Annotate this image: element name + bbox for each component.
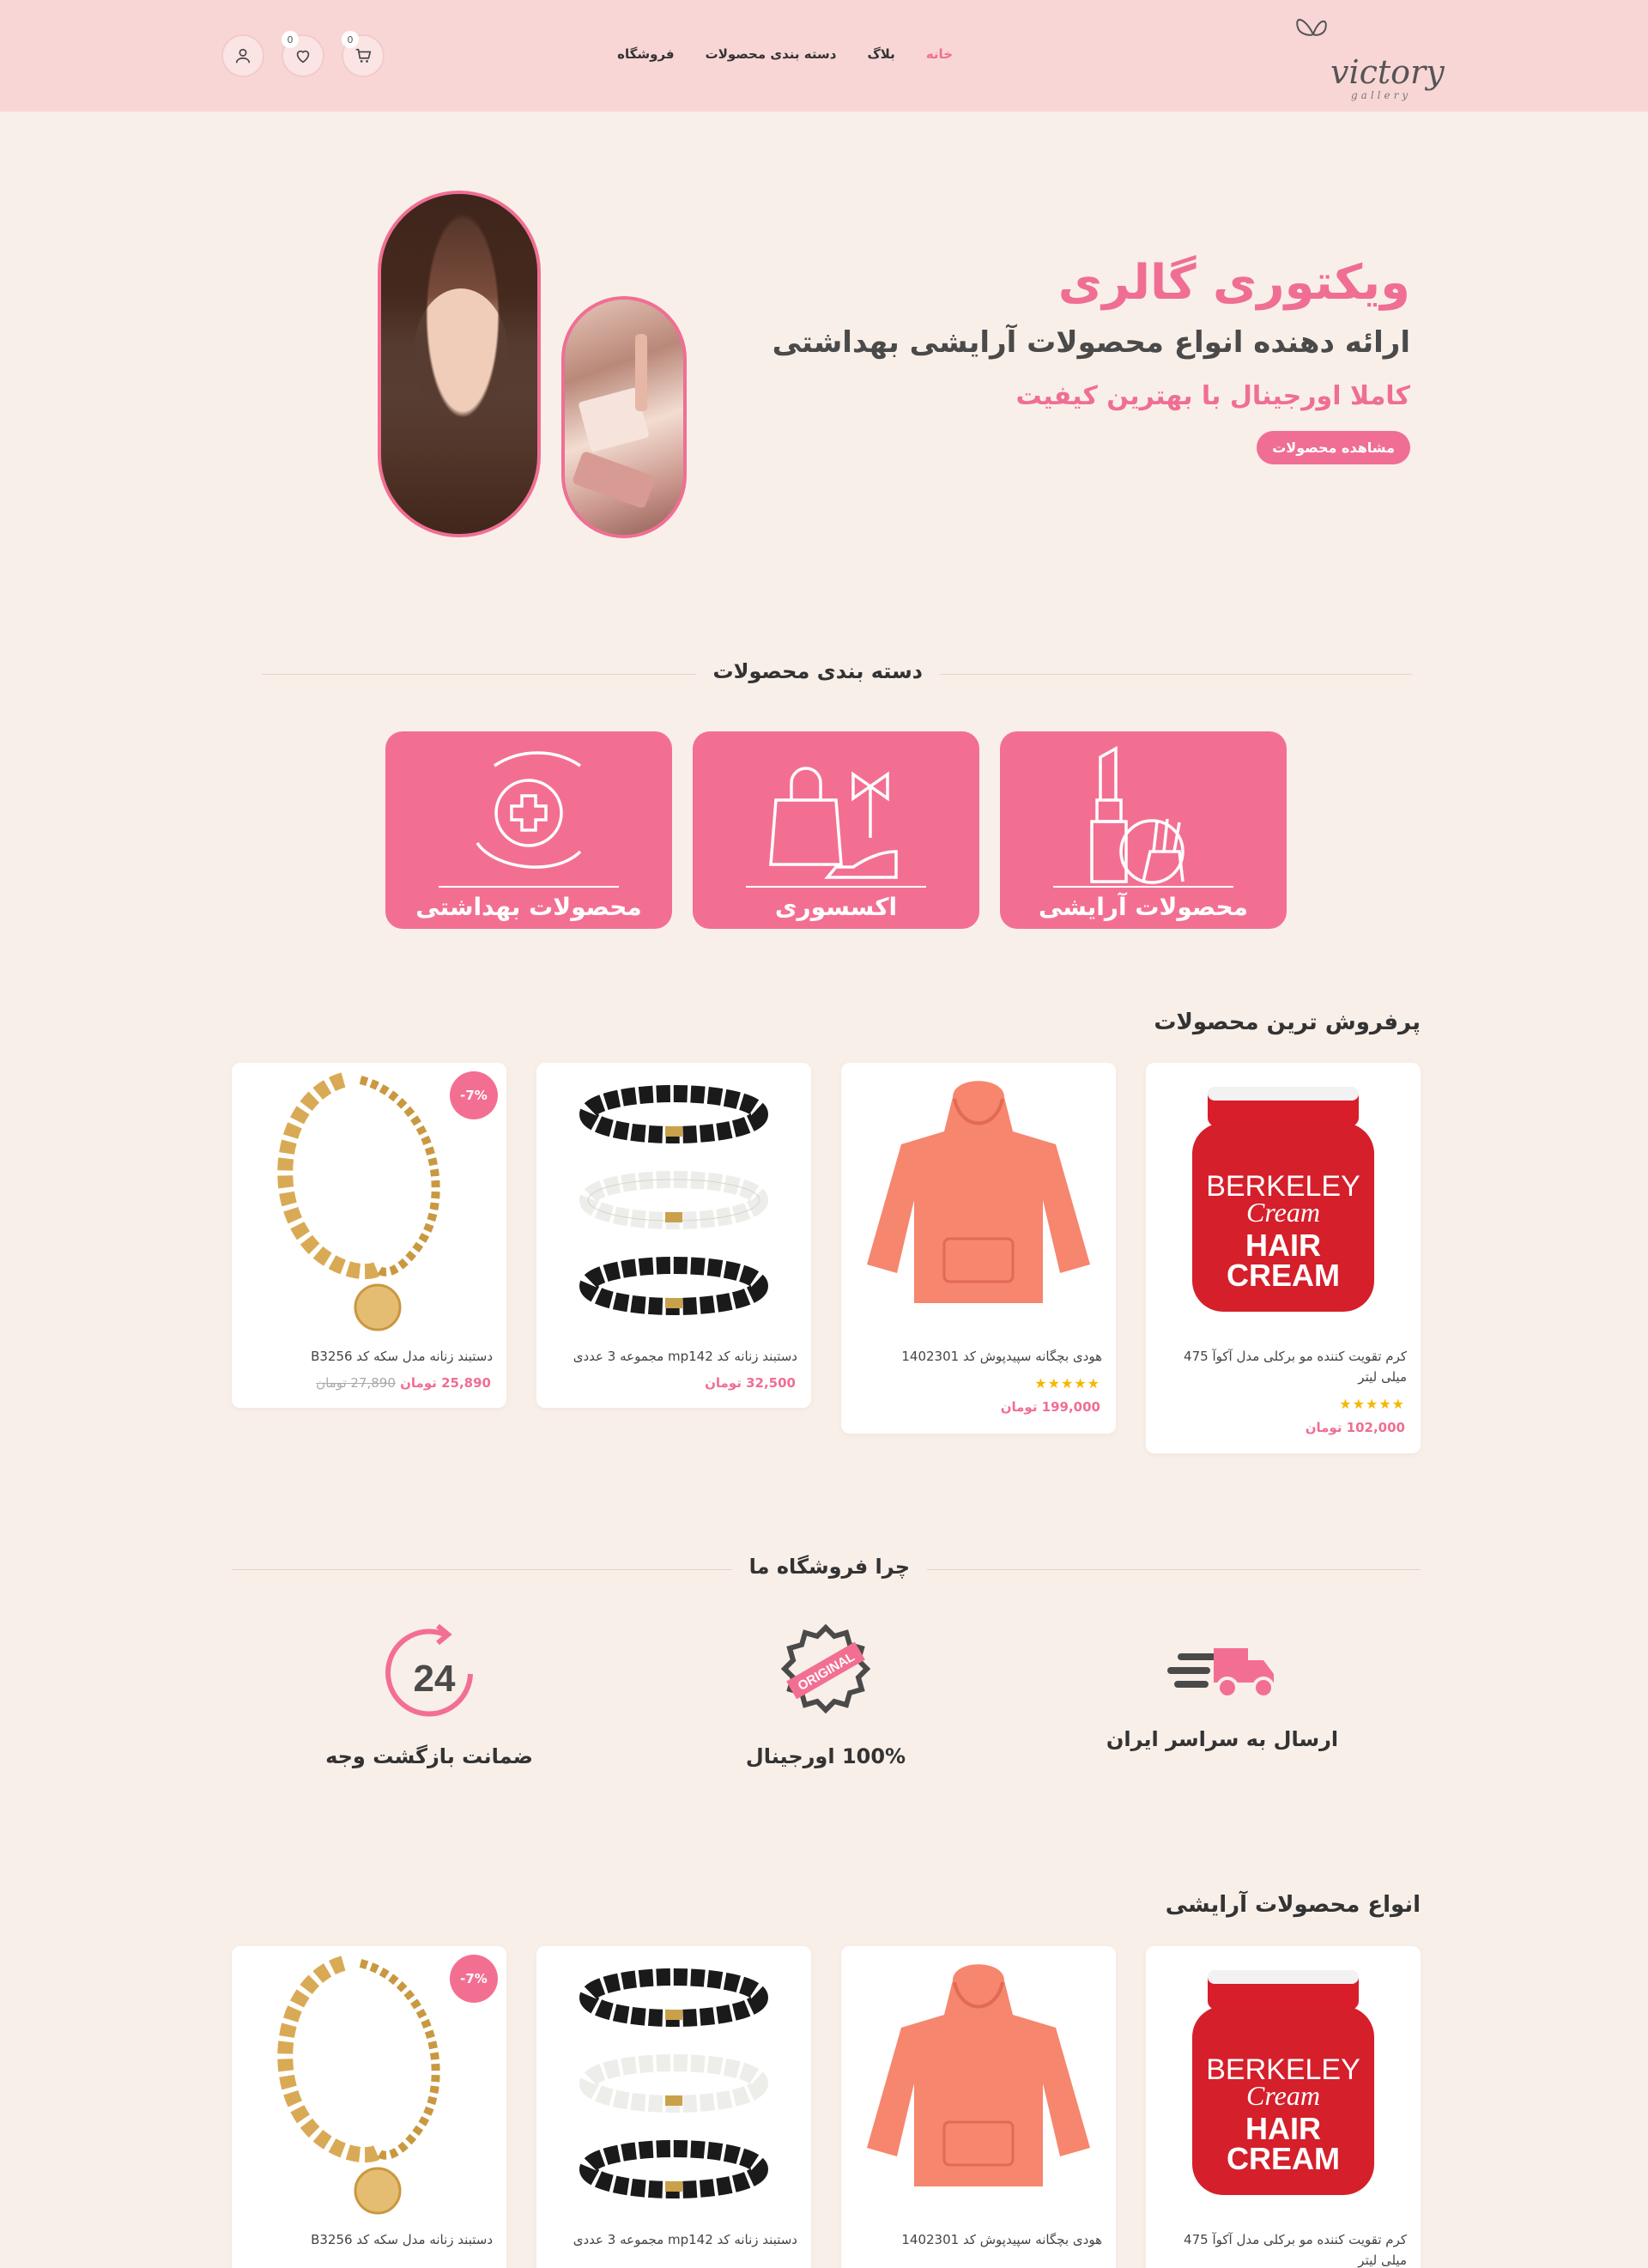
site-logo[interactable]: victory gallery xyxy=(1279,9,1445,103)
butterfly-icon xyxy=(1296,19,1327,36)
bestsellers-title: پرفروش ترین محصولات xyxy=(1154,1010,1421,1035)
sale-badge: -7% xyxy=(450,1071,498,1119)
category-underline xyxy=(1053,886,1233,888)
hero-subtitle: ارائه دهنده انواع محصولات آرایشی بهداشتی xyxy=(772,325,1410,360)
wishlist-button[interactable]: 0 xyxy=(282,31,324,77)
nav-item-shop[interactable]: فروشگاه xyxy=(617,46,674,62)
cream-word-text: CREAM xyxy=(1227,1258,1340,1293)
logo-word: victory xyxy=(1330,53,1445,91)
lipstick-icon xyxy=(1090,746,1184,884)
feature-shipping: ارسال به سراسر ایران xyxy=(1094,1622,1351,1751)
product-price: 25,890 تومان 27,890 تومان xyxy=(311,1375,491,1391)
product-card[interactable]: دستبند زنانه کد mp142 مجموعه 3 عددی xyxy=(536,1946,811,2268)
bracelet-set-image xyxy=(579,1085,768,1315)
category-card-accessory[interactable]: اکسسوری xyxy=(693,731,979,929)
product-name[interactable]: دستبند زنانه مدل سکه کد B3256 xyxy=(245,2229,493,2250)
product-name[interactable]: دستبند زنانه کد mp142 مجموعه 3 عددی xyxy=(550,2229,797,2250)
cart-icon xyxy=(355,48,372,63)
feature-label: ضمانت بازگشت وجه xyxy=(325,1744,533,1768)
delivery-truck-icon xyxy=(1167,1648,1275,1699)
bag-shoe-icon xyxy=(769,767,898,879)
wishlist-count: 0 xyxy=(282,31,299,48)
feature-label: ارسال به سراسر ایران xyxy=(1106,1727,1339,1751)
product-card[interactable]: هودی بچگانه سپیدپوش کد 1402301 ★★★★★ 199… xyxy=(841,1063,1116,1434)
product-rating: ★★★★★ xyxy=(1034,1375,1100,1392)
feature-label: 100% اورجینال xyxy=(745,1744,906,1768)
product-card[interactable]: -7% دستبند زنانه مدل سکه کد B3256 xyxy=(232,1946,506,2268)
logo-sub: gallery xyxy=(1351,89,1412,101)
product-price: 102,000 تومان xyxy=(1305,1420,1405,1435)
product-name[interactable]: دستبند زنانه مدل سکه کد B3256 xyxy=(245,1346,493,1367)
product-price: 32,500 تومان xyxy=(705,1375,796,1391)
product-card[interactable]: دستبند زنانه کد mp142 مجموعه 3 عددی 32,5… xyxy=(536,1063,811,1408)
model-hair-shape xyxy=(381,194,537,534)
product-rating: ★★★★★ xyxy=(1339,1396,1405,1412)
cream-line-text: Cream xyxy=(1246,2080,1320,2111)
24-hours-icon: 24 xyxy=(385,1623,473,1717)
main-nav: خانه بلاگ دسته بندی محصولات فروشگاه xyxy=(617,46,953,62)
category-label: محصولات بهداشتی xyxy=(415,893,642,921)
hero-tagline: کاملا اورجینال با بهترین کیفیت xyxy=(1015,381,1410,411)
category-card-cosmetics[interactable]: محصولات آرایشی xyxy=(1000,731,1287,929)
cream-line-text: Cream xyxy=(1246,1197,1320,1228)
product-old-price: 27,890 تومان xyxy=(316,1375,396,1391)
category-card-health[interactable]: محصولات بهداشتی xyxy=(385,731,672,929)
health-hand-icon xyxy=(476,751,582,869)
24-hours-text: 24 xyxy=(414,1658,456,1700)
bracelet-set-image xyxy=(579,1968,768,2198)
original-stamp-icon: ORIGINAL xyxy=(780,1623,871,1714)
product-price: 199,000 تومان xyxy=(1000,1399,1100,1415)
product-name[interactable]: هودی بچگانه سپیدپوش کد 1402301 xyxy=(855,1346,1102,1367)
cream-word-text: CREAM xyxy=(1227,2141,1340,2176)
hair-cream-jar-image: BERKELEY Cream HAIR CREAM xyxy=(1192,1970,1374,2195)
category-underline xyxy=(746,886,926,888)
header-actions: 0 0 xyxy=(221,31,385,77)
category-label: محصولات آرایشی xyxy=(1038,893,1249,921)
product-name[interactable]: هودی بچگانه سپیدپوش کد 1402301 xyxy=(855,2229,1102,2250)
kids-hoodie-image xyxy=(867,1081,1090,1303)
view-products-button[interactable]: مشاهده محصولات xyxy=(1257,431,1410,464)
product-sale-price: 25,890 تومان xyxy=(400,1375,491,1391)
hero-model-image xyxy=(378,191,541,537)
categories-title: دسته بندی محصولات xyxy=(695,659,940,683)
hero-text: ویکتوری گالری ارائه دهنده انواع محصولات … xyxy=(706,249,1410,464)
hero-title: ویکتوری گالری xyxy=(1057,255,1410,311)
product-name[interactable]: دستبند زنانه کد mp142 مجموعه 3 عددی xyxy=(550,1346,797,1367)
category-label: اکسسوری xyxy=(774,893,898,921)
site-header: victory gallery خانه بلاگ دسته بندی محصو… xyxy=(0,0,1648,112)
nav-item-categories[interactable]: دسته بندی محصولات xyxy=(706,46,837,62)
nav-item-home[interactable]: خانه xyxy=(926,46,953,62)
user-icon xyxy=(235,48,251,64)
feature-money-back: 24 ضمانت بازگشت وجه xyxy=(300,1622,558,1768)
makeup-products-illustration xyxy=(573,334,655,508)
account-button[interactable] xyxy=(221,34,264,77)
product-name[interactable]: کرم تقویت کننده مو برکلی مدل آکوآ 475 می… xyxy=(1160,1346,1407,1387)
kids-hoodie-image xyxy=(867,1964,1090,2186)
hero-products-image xyxy=(561,296,687,538)
sale-badge: -7% xyxy=(450,1955,498,2003)
feature-original: ORIGINAL 100% اورجینال xyxy=(697,1622,954,1768)
product-card[interactable]: BERKELEY Cream HAIR CREAM کرم تقویت کنند… xyxy=(1146,1946,1421,2268)
product-card[interactable]: BERKELEY Cream HAIR CREAM کرم تقویت کنند… xyxy=(1146,1063,1421,1453)
product-card[interactable]: -7% دستبند زنانه مدل سکه کد B3256 25,890… xyxy=(232,1063,506,1408)
cart-count: 0 xyxy=(342,31,359,48)
category-underline xyxy=(439,886,619,888)
product-name[interactable]: کرم تقویت کننده مو برکلی مدل آکوآ 475 می… xyxy=(1160,2229,1407,2268)
cosmetics-title: انواع محصولات آرایشی xyxy=(1165,1892,1421,1918)
cart-button[interactable]: 0 xyxy=(342,31,385,77)
product-card[interactable]: هودی بچگانه سپیدپوش کد 1402301 xyxy=(841,1946,1116,2268)
nav-item-blog[interactable]: بلاگ xyxy=(867,46,894,62)
hair-cream-jar-image: BERKELEY Cream HAIR CREAM xyxy=(1192,1087,1374,1312)
heart-icon xyxy=(296,50,310,64)
why-us-title: چرا فروشگاه ما xyxy=(731,1555,927,1579)
